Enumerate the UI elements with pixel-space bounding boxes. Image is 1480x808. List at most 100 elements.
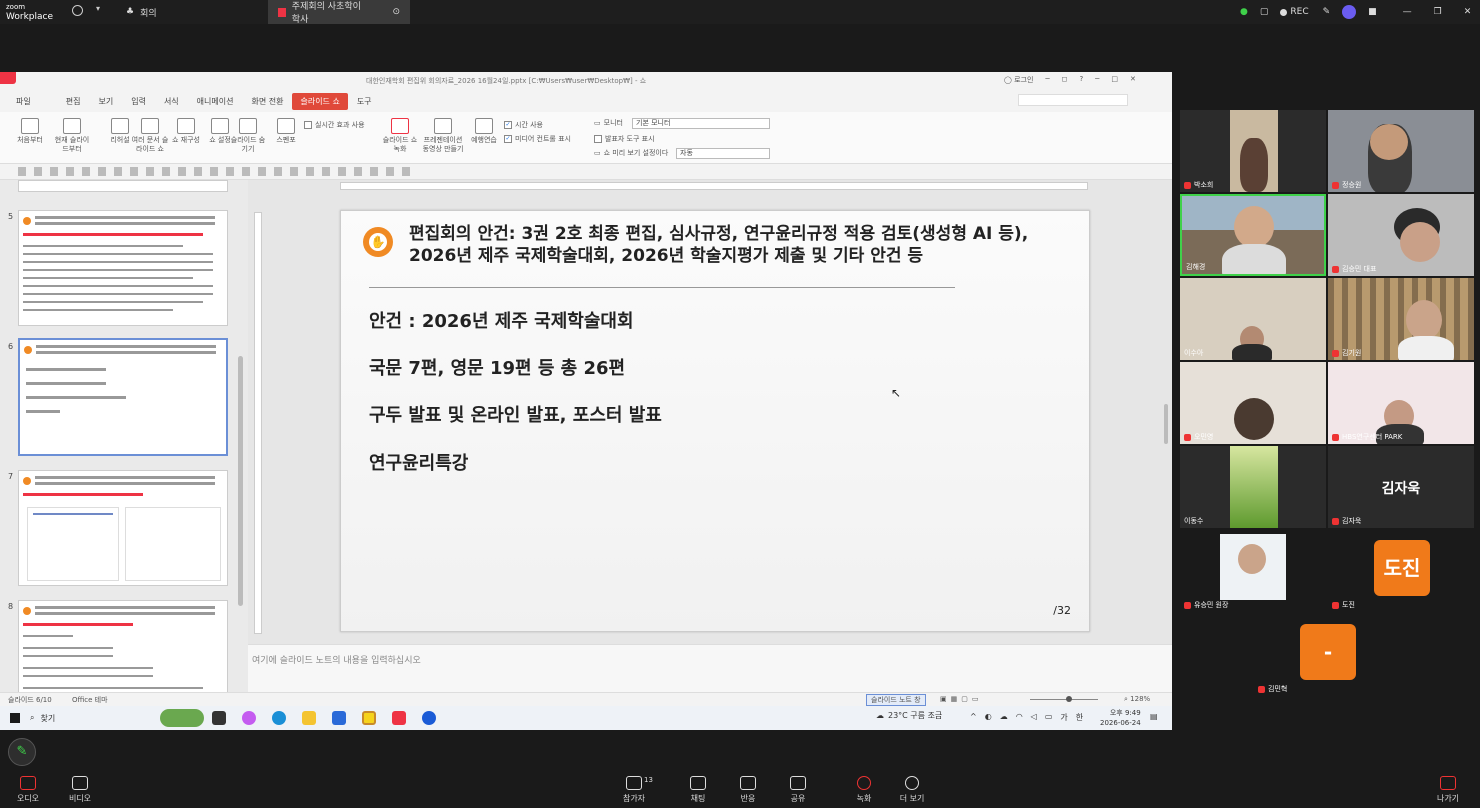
chat-icon [690,776,706,790]
participant-tile[interactable]: 김승민 대표 [1328,194,1474,276]
explorer-icon[interactable] [302,711,316,725]
tab-share[interactable]: 주제회의 사초학이 학사 ⊙ [268,0,410,25]
menu-format[interactable]: 서식 [155,96,188,107]
participant-tile[interactable]: 박소희 [1180,110,1326,192]
weather-widget[interactable]: ☁ 23°C 구름 조금 [876,710,942,721]
monitor-select[interactable]: 기본 모니터 [632,118,770,129]
edge-icon[interactable] [272,711,286,725]
outlook-icon[interactable] [332,711,346,725]
menu-animation[interactable]: 애니메이션 [188,96,243,107]
view-mode-icons[interactable]: ▣▦▢▭ [940,695,982,703]
leave-button[interactable]: 나가기 [1420,776,1476,804]
maximize-icon[interactable]: ❐ [1434,7,1442,17]
share-button[interactable]: 공유 [770,776,826,804]
pen-icon[interactable]: ✎ [1323,7,1331,17]
media-controls-checkbox[interactable]: ✓ 미디어 컨트롤 표시 [504,134,571,144]
record-show-button[interactable]: 슬라이드 쇼 녹화 [380,118,420,154]
participant-tile[interactable]: 이수아 [1180,278,1326,360]
participant-tile[interactable]: HBS연구센터 PARK [1328,362,1474,444]
participant-tile[interactable]: 도진 도진 [1328,530,1474,612]
menu-file[interactable]: 파일 [0,96,40,107]
zoom-info-icon[interactable] [72,5,83,16]
chevron-down-icon[interactable]: ▾ [96,4,100,13]
make-video-button[interactable]: 프레젠테이션 동영상 만들기 [420,118,466,154]
minimize-icon[interactable]: — [1403,7,1412,17]
notification-icon[interactable]: ▤ [1150,712,1158,721]
close-icon[interactable]: ✕ [1464,7,1472,17]
from-start-button[interactable]: 처음부터 [10,118,50,145]
hancom-show-icon[interactable] [392,711,406,725]
ppt-minimize-icon[interactable]: ─ [1045,75,1049,85]
slide-notes[interactable]: 여기에 슬라이드 노트의 내용을 입력하십시오 [248,644,1172,692]
tab-meeting[interactable]: ♣ 회의 [116,0,268,24]
rec-indicator[interactable]: REC [1280,7,1309,17]
copilot-icon[interactable] [242,711,256,725]
slide-thumb[interactable] [18,600,228,692]
realtime-effect-checkbox[interactable]: 실시간 효과 사용 [304,120,365,130]
ppt-restore-icon[interactable]: ◻ [1062,75,1068,85]
react-button[interactable]: 반응 [720,776,776,804]
menu-slideshow[interactable]: 슬라이드 쇼 [292,92,348,110]
mute-button[interactable]: 오디오 [0,776,56,804]
participant-tile[interactable]: 김기원 [1328,278,1474,360]
taskbar-search[interactable]: ⌕ 찾기 [30,710,156,726]
widgets-icon[interactable] [160,709,204,727]
zoom-logo-line2: Workplace [6,12,54,22]
ppt-close-icon[interactable]: ✕ [1130,75,1136,85]
menu-search-box[interactable] [1018,94,1128,106]
thumbs-scrollbar[interactable] [238,356,243,606]
kakaotalk-icon[interactable] [362,711,376,725]
ppt-win-min-icon[interactable]: ─ [1095,75,1099,85]
task-view-icon[interactable] [212,711,226,725]
video-button[interactable]: 비디오 [52,776,108,804]
login-button[interactable]: ◯ 로그인 [1004,75,1033,85]
tray-icons[interactable]: ^ ◐ ☁ ◠ ◁ ▭ 가 한 [970,712,1083,723]
menu-insert[interactable]: 입력 [122,96,155,107]
zoom-control-bar: 오디오 비디오 참가자 13 채팅 반응 공유 녹화 더 보기 나가기 [0,772,1480,808]
magnifier-icon: ⌕ [1124,695,1128,703]
format-toolbar-icons[interactable] [18,167,418,176]
participant-tile[interactable]: 이동수 [1180,446,1326,528]
hide-slide-button[interactable]: 슬라이드 숨기기 [228,118,268,154]
notes-toggle-button[interactable]: 슬라이드 노트 창 [866,694,926,706]
ai-companion-icon[interactable] [1342,5,1357,19]
presenter-tools-checkbox[interactable]: 발표자 도구 표시 [594,134,655,144]
participant-name: 김해경 [1186,262,1205,272]
from-current-button[interactable]: 현재 슬라이드부터 [52,118,92,154]
participant-tile[interactable]: - 김민혁 [1254,614,1400,696]
zoom-slider-thumb[interactable] [1066,696,1072,702]
slide-thumb-prev[interactable] [18,180,228,192]
chat-button[interactable]: 채팅 [670,776,726,804]
ppt-win-max-icon[interactable]: □ [1111,75,1118,85]
windows-start-icon[interactable] [10,713,20,723]
multi-doc-show-button[interactable]: 여러 문서 슬라이드 쇼 [130,118,170,154]
menu-tools[interactable]: 도구 [348,96,381,107]
menu-view[interactable]: 보기 [89,96,122,107]
participant-tile[interactable]: 유승민 원장 [1180,530,1326,612]
rehearsal-button[interactable]: 예행연습 [464,118,504,145]
participant-tile-active-speaker[interactable]: 김해경 [1180,194,1326,276]
pen-button[interactable]: 스펜포 [266,118,306,145]
copy-icon[interactable]: ▢ [1260,7,1269,17]
taskbar-clock[interactable]: 오후 9:49 2026-06-24 [1100,708,1141,728]
participant-tile[interactable]: 정승원 [1328,110,1474,192]
slide-thumb-selected[interactable] [18,338,228,456]
slide-thumb[interactable] [18,470,228,586]
view-icon[interactable]: ■ [1368,7,1377,17]
editor-scrollbar[interactable] [1164,404,1168,444]
annotate-pen-button[interactable]: ✎ [8,738,36,766]
current-slide[interactable]: ✋ 편집회의 안건: 3권 2호 최종 편집, 심사규정, 연구윤리규정 적용 … [340,210,1090,632]
participant-tile[interactable]: 오민영 [1180,362,1326,444]
participants-button[interactable]: 참가자 13 [606,776,662,804]
ppt-help-icon[interactable]: ? [1079,75,1083,85]
zoom-app-icon[interactable] [422,711,436,725]
menu-edit[interactable]: 편집 [40,96,90,107]
more-button[interactable]: 더 보기 [884,776,940,804]
shield-icon[interactable]: ● [1240,7,1248,17]
slide-thumb[interactable] [18,210,228,326]
menu-transition[interactable]: 화면 전환 [242,96,292,107]
zoom-slider[interactable] [1030,699,1098,700]
auto-select[interactable]: 자동 [676,148,770,159]
use-timing-checkbox[interactable]: ✓ 시간 사용 [504,120,543,130]
participant-tile[interactable]: 김자욱 김자욱 [1328,446,1474,528]
